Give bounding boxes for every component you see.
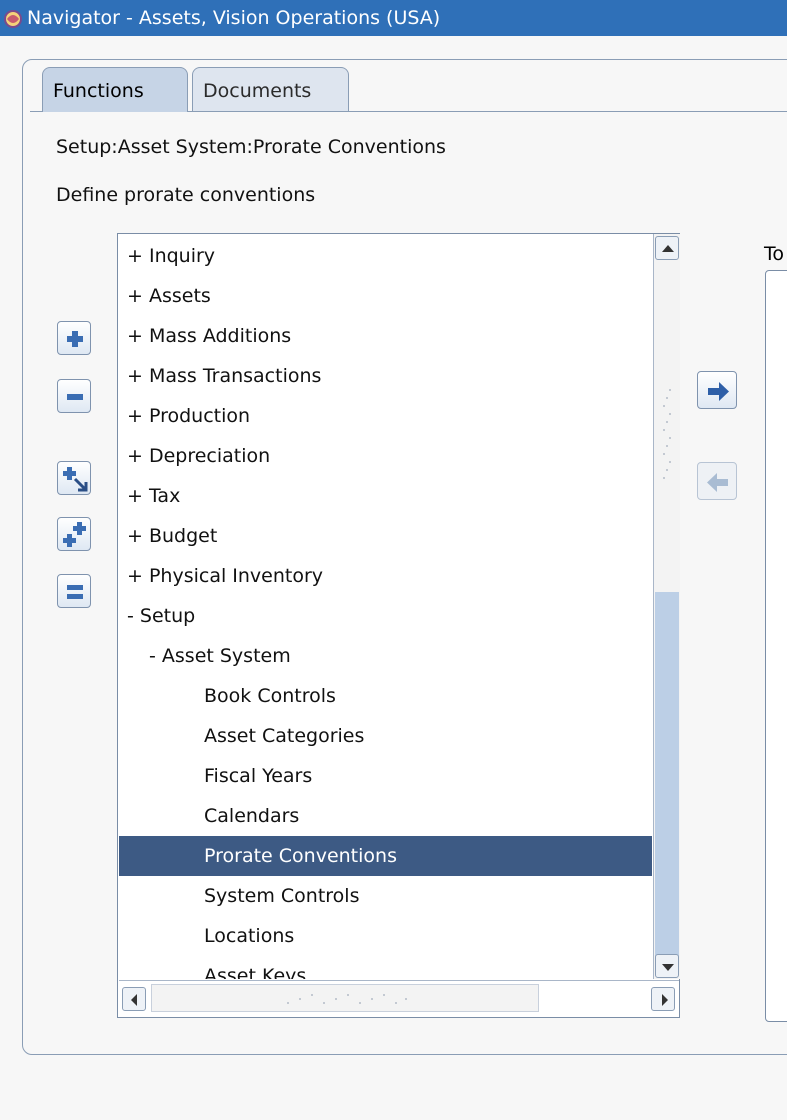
tree-item[interactable]: Asset Keys — [119, 956, 652, 979]
function-tree[interactable]: + Inquiry + Assets + Mass Additions + Mass … — [117, 233, 680, 1018]
selected-function-description: Define prorate conventions — [56, 184, 316, 206]
horizontal-scroll-thumb[interactable] — [151, 984, 539, 1012]
selected-function-path: Setup:Asset System:Prorate Conventions — [56, 136, 446, 158]
remove-from-top-ten-button[interactable] — [697, 462, 737, 500]
scroll-right-button[interactable] — [651, 987, 675, 1011]
arrow-up-icon — [662, 245, 674, 252]
tree-item[interactable]: + Depreciation — [119, 436, 652, 476]
oracle-app-icon — [4, 10, 22, 28]
arrow-right-icon — [708, 382, 729, 401]
tree-item-selected[interactable]: Prorate Conventions — [119, 836, 652, 876]
tree-item-label: + Depreciation — [127, 445, 271, 467]
tree-item[interactable]: Locations — [119, 916, 652, 956]
scroll-up-button[interactable] — [655, 236, 679, 260]
top-ten-list[interactable] — [765, 270, 787, 1022]
tree-item-label: Prorate Conventions — [204, 845, 397, 867]
tree-item-label: Asset Keys — [204, 965, 307, 979]
tab-documents[interactable]: Documents — [192, 67, 349, 112]
tree-item-label: - Asset System — [149, 645, 291, 667]
tree-item[interactable]: - Setup — [119, 596, 652, 636]
tree-item[interactable]: + Production — [119, 396, 652, 436]
tree-item[interactable]: - Asset System — [119, 636, 652, 676]
tree-item[interactable]: Asset Categories — [119, 716, 652, 756]
tree-item-label: System Controls — [204, 885, 360, 907]
vertical-scroll-thumb[interactable] — [655, 592, 679, 967]
tree-item-label: + Production — [127, 405, 251, 427]
tree-item-label: - Setup — [127, 605, 196, 627]
tree-item[interactable]: Calendars — [119, 796, 652, 836]
collapse-all-icon — [67, 585, 83, 599]
expand-plus-icon — [67, 331, 83, 347]
tree-item-label: Fiscal Years — [204, 765, 313, 787]
expand-all-button[interactable] — [57, 517, 91, 551]
tree-item[interactable]: Fiscal Years — [119, 756, 652, 796]
tree-item-label: + Mass Transactions — [127, 365, 322, 387]
tree-item-label: + Physical Inventory — [127, 565, 324, 587]
add-to-top-ten-button[interactable] — [697, 371, 737, 409]
tree-item[interactable]: + Mass Additions — [119, 316, 652, 356]
tree-item-label: Asset Categories — [204, 725, 365, 747]
collapse-button[interactable] — [57, 379, 91, 413]
tree-item-label: + Tax — [127, 485, 181, 507]
tree-item[interactable]: + Mass Transactions — [119, 356, 652, 396]
tree-item[interactable]: + Inquiry — [119, 236, 652, 276]
tree-item[interactable]: + Physical Inventory — [119, 556, 652, 596]
tree-item[interactable]: System Controls — [119, 876, 652, 916]
tree-item[interactable]: Book Controls — [119, 676, 652, 716]
expand-all-icon — [63, 522, 86, 547]
tab-functions[interactable]: Functions — [42, 67, 188, 112]
top-ten-list-label: To — [764, 243, 785, 265]
collapse-minus-icon — [67, 394, 83, 400]
expand-branch-button[interactable] — [57, 461, 91, 495]
function-tree-list[interactable]: + Inquiry + Assets + Mass Additions + Mass … — [119, 236, 652, 979]
collapse-all-button[interactable] — [57, 574, 91, 608]
tree-item[interactable]: + Tax — [119, 476, 652, 516]
tree-item-label: + Inquiry — [127, 245, 216, 267]
tree-item[interactable]: + Assets — [119, 276, 652, 316]
vertical-scrollbar[interactable] — [653, 234, 680, 979]
tree-item-label: + Mass Additions — [127, 325, 292, 347]
arrow-left-small-icon — [131, 994, 137, 1006]
tree-item-label: Locations — [204, 925, 295, 947]
tree-item-label: Book Controls — [204, 685, 336, 707]
arrow-down-icon — [662, 964, 674, 971]
scroll-grip-icon — [287, 994, 407, 1004]
expand-branch-icon — [63, 467, 88, 492]
window-title: Navigator - Assets, Vision Operations (U… — [27, 7, 441, 29]
horizontal-scrollbar[interactable] — [119, 980, 679, 1017]
tree-item-label: + Assets — [127, 285, 211, 307]
expand-button[interactable] — [57, 321, 91, 355]
tree-item-label: Calendars — [204, 805, 300, 827]
tree-item-label: + Budget — [127, 525, 218, 547]
arrow-right-small-icon — [662, 994, 668, 1006]
scroll-left-button[interactable] — [122, 987, 146, 1011]
tree-item[interactable]: + Budget — [119, 516, 652, 556]
window-titlebar[interactable]: Navigator - Assets, Vision Operations (U… — [0, 0, 787, 36]
arrow-left-icon — [707, 473, 728, 492]
scroll-grip-icon — [663, 389, 671, 479]
scroll-down-button[interactable] — [655, 954, 679, 978]
